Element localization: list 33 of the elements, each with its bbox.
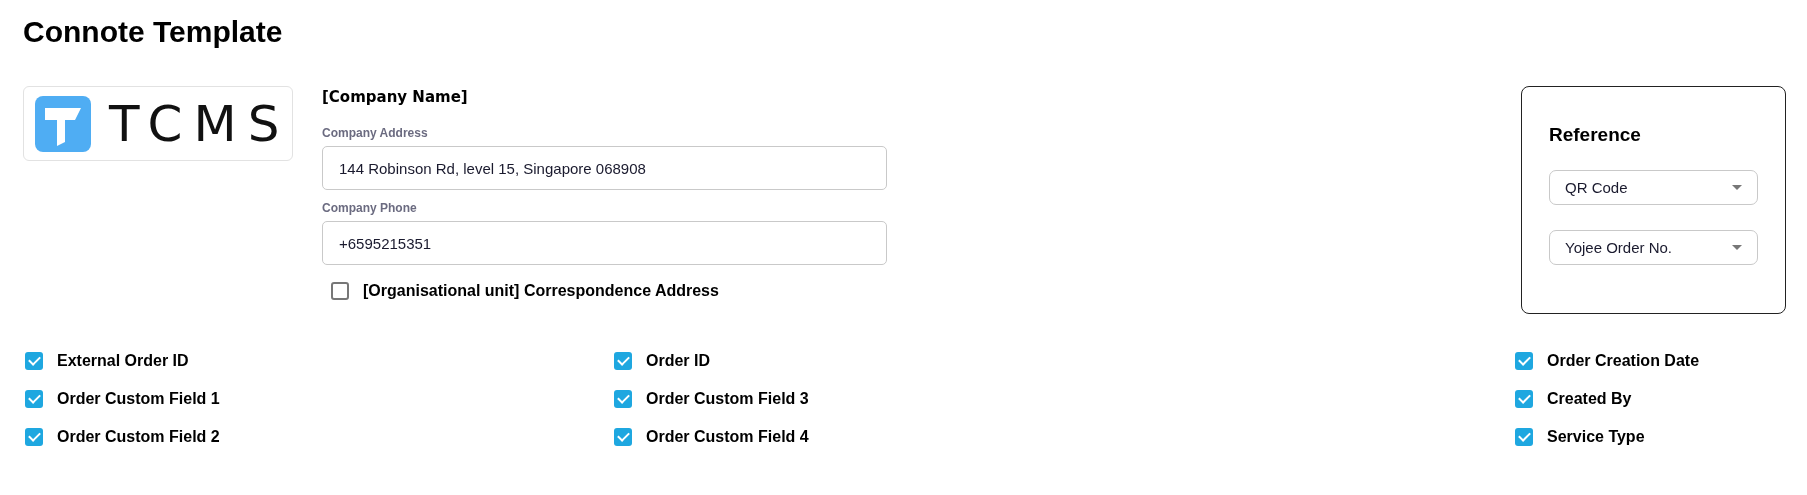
dropdown[interactable]: QR Code	[1549, 170, 1758, 205]
checkbox-label: Order Creation Date	[1547, 352, 1700, 370]
checkbox[interactable]	[1515, 390, 1533, 408]
checkbox[interactable]	[1515, 352, 1533, 370]
checkbox-label: [Organisational unit] Correspondence Address	[363, 282, 719, 300]
checkbox-label: Order Custom Field 3	[646, 390, 809, 408]
checkbox[interactable]	[25, 390, 43, 408]
checkbox-label: Service Type	[1547, 428, 1645, 446]
checkbox[interactable]	[25, 352, 43, 370]
checkbox-label: Order ID	[646, 352, 710, 370]
checkbox-label: External Order ID	[57, 352, 189, 370]
logo-mark-icon	[35, 95, 91, 152]
caret-icon	[1732, 245, 1742, 250]
page-title: Connote Template	[23, 14, 284, 50]
checkbox-label: Order Custom Field 2	[57, 428, 220, 446]
checkbox[interactable]	[1515, 428, 1533, 446]
checkbox[interactable]	[331, 282, 349, 300]
checkbox[interactable]	[25, 428, 43, 446]
input-field[interactable]: 144 Robinson Rd, level 15, Singapore 068908	[322, 146, 887, 190]
checkbox-label: Created By	[1547, 390, 1632, 408]
checkbox[interactable]	[614, 428, 632, 446]
field-label: Company Phone	[322, 201, 418, 215]
input-field[interactable]: +6595215351	[322, 221, 887, 265]
checkbox[interactable]	[614, 390, 632, 408]
company-logo: TCMS	[23, 86, 293, 161]
caret-icon	[1732, 185, 1742, 190]
field-label: Company Address	[322, 126, 429, 140]
checkbox-label: Order Custom Field 1	[57, 390, 220, 408]
checkbox-label: Order Custom Field 4	[646, 428, 809, 446]
dropdown[interactable]: Yojee Order No.	[1549, 230, 1758, 265]
checkbox[interactable]	[614, 352, 632, 370]
panel-title: Reference	[1549, 124, 1642, 146]
company-name: [Company Name]	[322, 88, 469, 106]
